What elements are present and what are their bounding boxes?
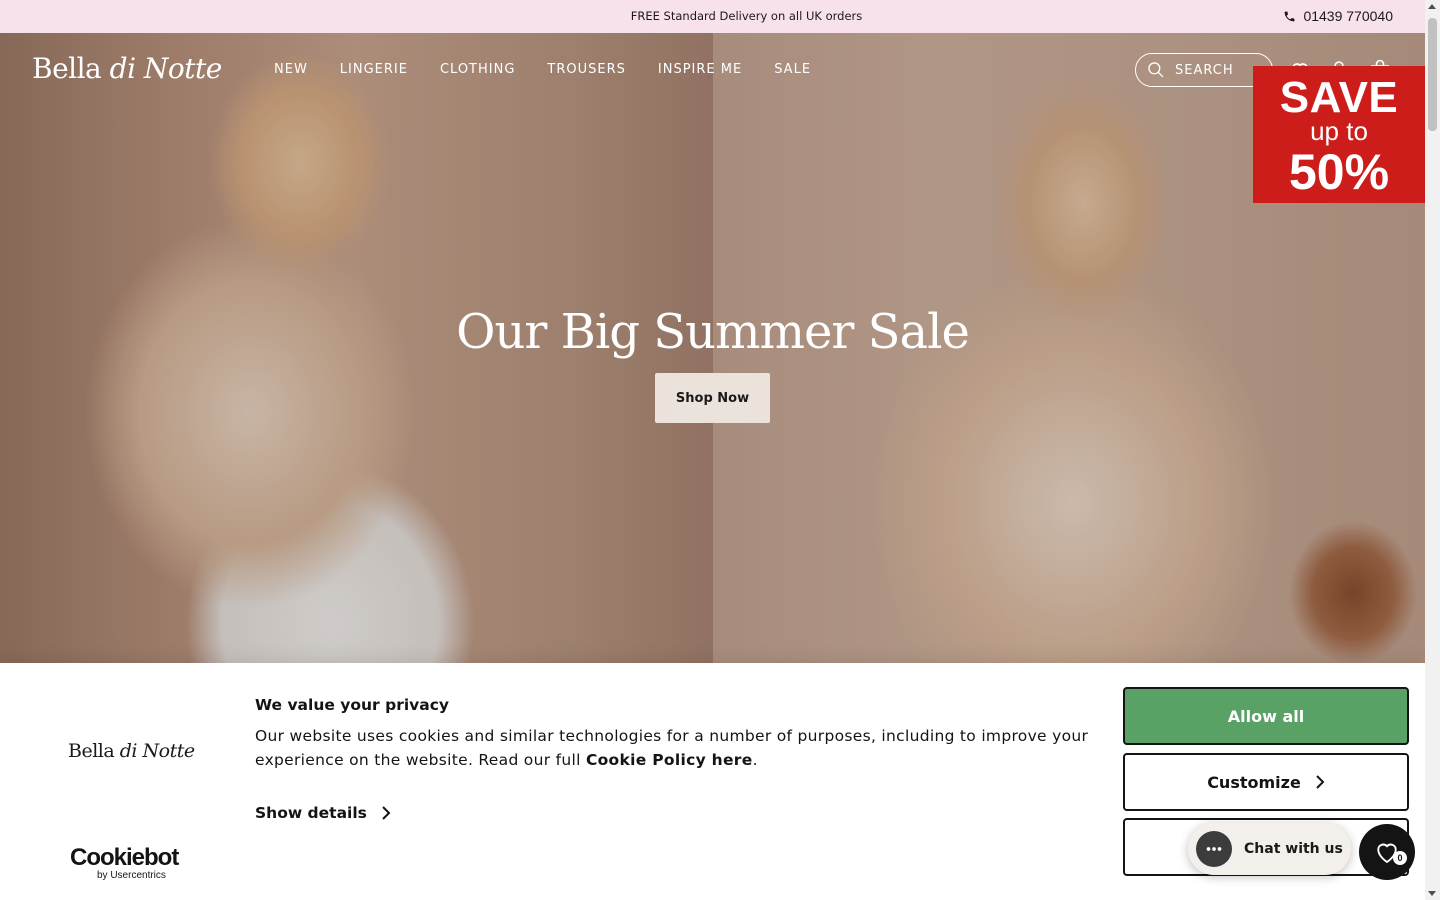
chevron-right-icon — [1316, 775, 1325, 789]
nav-lingerie[interactable]: LINGERIE — [340, 62, 408, 77]
cookie-logo-main: Bella — [68, 740, 120, 762]
sale-badge-upto: up to — [1310, 116, 1368, 146]
cookiebot-brand: Cookiebot — [70, 844, 179, 871]
show-details-label: Show details — [255, 804, 367, 822]
chat-icon — [1206, 847, 1222, 851]
phone-link[interactable]: 01439 770040 — [1283, 8, 1393, 24]
phone-number: 01439 770040 — [1303, 8, 1393, 24]
customize-button[interactable]: Customize — [1123, 753, 1409, 811]
logo-text-italic: di Notte — [109, 52, 223, 85]
site-logo[interactable]: Bella di Notte — [32, 52, 222, 85]
scrollbar-thumb[interactable] — [1428, 18, 1437, 131]
cookie-logo-italic: di Notte — [119, 740, 195, 762]
main-nav: NEW LINGERIE CLOTHING TROUSERS INSPIRE M… — [274, 62, 843, 77]
scrollbar[interactable] — [1425, 0, 1440, 900]
cookie-policy-link[interactable]: Cookie Policy here — [586, 751, 753, 769]
nav-sale[interactable]: SALE — [774, 62, 811, 77]
promo-bar: FREE Standard Delivery on all UK orders … — [0, 0, 1425, 33]
show-details-button[interactable]: Show details — [255, 804, 391, 822]
shop-now-button[interactable]: Shop Now — [655, 373, 770, 423]
sale-badge-percent: 50% — [1288, 144, 1390, 200]
scroll-up-arrow[interactable] — [1428, 4, 1436, 9]
phone-icon — [1285, 11, 1295, 21]
search-input[interactable] — [1175, 62, 1265, 78]
promo-text: FREE Standard Delivery on all UK orders — [630, 9, 863, 23]
cookie-title: We value your privacy — [255, 696, 450, 714]
chat-label: Chat with us — [1244, 841, 1343, 857]
cookiebot-logo[interactable]: Cookiebot by Usercentrics — [70, 844, 179, 882]
chat-widget[interactable]: Chat with us — [1188, 823, 1351, 875]
nav-clothing[interactable]: CLOTHING — [440, 62, 515, 77]
wishlist-count: 0 — [1393, 851, 1407, 865]
cookie-brand-logo: Bella di Notte — [68, 740, 195, 762]
nav-new[interactable]: NEW — [274, 62, 308, 77]
hero-title: Our Big Summer Sale — [456, 304, 970, 360]
logo-text-main: Bella — [32, 52, 110, 85]
sale-badge-save: SAVE — [1279, 73, 1399, 122]
sale-badge[interactable]: SAVE up to 50% — [1253, 66, 1425, 203]
cookie-body: Our website uses cookies and similar tec… — [255, 724, 1095, 772]
allow-all-button[interactable]: Allow all — [1123, 687, 1409, 745]
customize-label: Customize — [1207, 772, 1301, 792]
nav-inspire-me[interactable]: INSPIRE ME — [658, 62, 742, 77]
cookie-body-end: . — [752, 751, 758, 769]
search-icon — [1148, 62, 1164, 78]
wishlist-fab[interactable]: 0 — [1359, 824, 1415, 880]
chat-bubble — [1196, 831, 1232, 867]
cookiebot-by: by Usercentrics — [97, 870, 166, 881]
nav-trousers[interactable]: TROUSERS — [547, 62, 625, 77]
scroll-down-arrow[interactable] — [1428, 891, 1436, 896]
chevron-right-icon — [382, 806, 391, 820]
